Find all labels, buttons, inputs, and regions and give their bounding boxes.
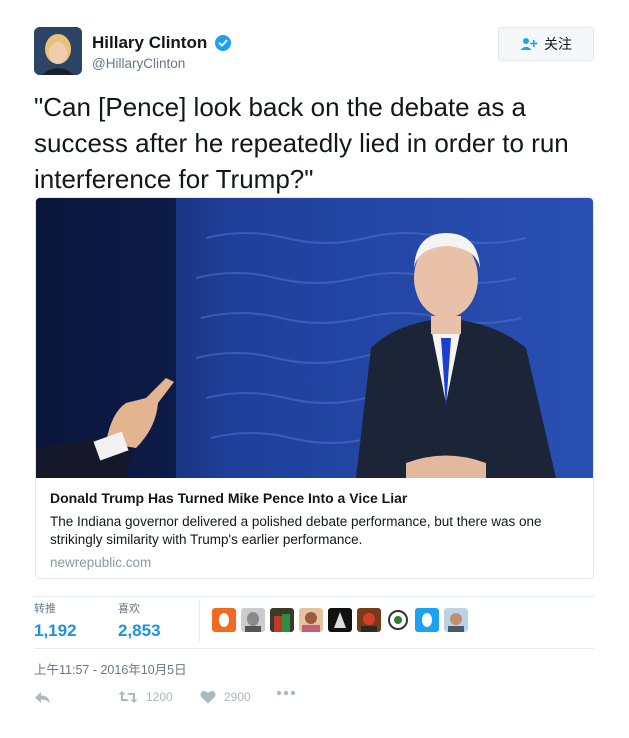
add-user-icon xyxy=(520,38,538,50)
tweet-header: Hillary Clinton @HillaryClinton 关注 xyxy=(34,27,594,79)
reply-icon xyxy=(35,692,50,704)
heart-icon xyxy=(200,691,216,704)
retweet-icon xyxy=(118,691,138,703)
author-handle[interactable]: @HillaryClinton xyxy=(92,56,231,71)
divider-bottom xyxy=(34,648,594,649)
tweet-timestamp[interactable]: 上午11:57 - 2016年10月5日 xyxy=(34,659,187,678)
like-count: 2900 xyxy=(224,690,251,704)
author-name-block: Hillary Clinton @HillaryClinton xyxy=(92,33,231,71)
card-description: The Indiana governor delivered a polishe… xyxy=(50,514,542,547)
retweet-stat[interactable]: 转推 1,192 xyxy=(34,600,77,641)
liker-avatar[interactable] xyxy=(415,608,439,632)
like-stat-value[interactable]: 2,853 xyxy=(118,621,161,641)
retweet-stat-value[interactable]: 1,192 xyxy=(34,621,77,641)
liker-avatar[interactable] xyxy=(212,608,236,632)
verified-badge-icon xyxy=(214,35,231,51)
like-stat[interactable]: 喜欢 2,853 xyxy=(118,600,161,641)
liker-avatar[interactable] xyxy=(299,608,323,632)
author-avatar[interactable] xyxy=(34,27,82,75)
reply-button[interactable] xyxy=(34,690,60,706)
like-stat-label: 喜欢 xyxy=(118,603,140,615)
liker-avatar[interactable] xyxy=(328,608,352,632)
liker-avatar[interactable] xyxy=(270,608,294,632)
retweet-stat-label: 转推 xyxy=(34,603,56,615)
more-icon xyxy=(276,690,296,696)
retweet-button[interactable]: 1200 xyxy=(118,690,173,704)
liker-avatar[interactable] xyxy=(444,608,468,632)
like-button[interactable]: 2900 xyxy=(200,690,251,704)
card-domain[interactable]: newrepublic.com xyxy=(50,555,581,570)
divider-top xyxy=(34,596,594,597)
tweet-stats: 转推 1,192 喜欢 2,853 xyxy=(34,600,594,646)
author-display-name[interactable]: Hillary Clinton xyxy=(92,33,207,53)
link-card[interactable]: Donald Trump Has Turned Mike Pence Into … xyxy=(35,197,594,579)
follow-button-label: 关注 xyxy=(544,36,572,52)
retweet-count: 1200 xyxy=(146,690,173,704)
liker-avatar[interactable] xyxy=(241,608,265,632)
card-image[interactable] xyxy=(36,198,593,478)
tweet-actions: 1200 2900 xyxy=(34,690,434,712)
liker-avatars xyxy=(212,608,473,632)
liker-avatar[interactable] xyxy=(386,608,410,632)
card-title[interactable]: Donald Trump Has Turned Mike Pence Into … xyxy=(50,490,581,506)
card-body[interactable]: Donald Trump Has Turned Mike Pence Into … xyxy=(36,478,593,578)
stats-separator xyxy=(199,600,200,642)
follow-button[interactable]: 关注 xyxy=(498,27,594,61)
tweet-text: "Can [Pence] look back on the debate as … xyxy=(34,92,569,194)
liker-avatar[interactable] xyxy=(357,608,381,632)
more-options-button[interactable] xyxy=(276,690,304,696)
